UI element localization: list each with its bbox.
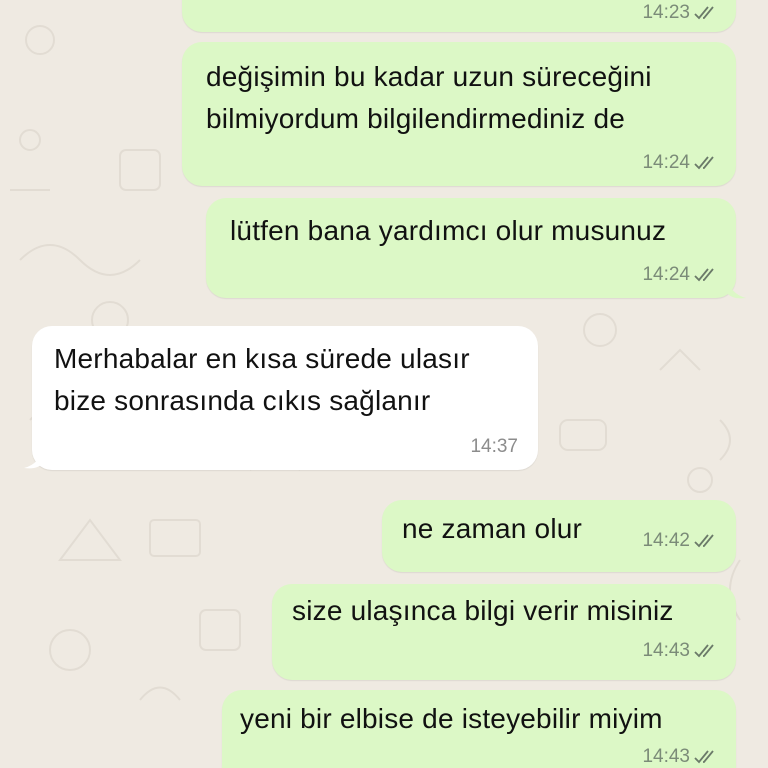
double-check-icon [694, 6, 714, 20]
message-meta: 14:43 [642, 640, 718, 662]
message-bubble-outgoing[interactable]: yeni bir elbise de isteyebilir miyim 14:… [222, 690, 736, 768]
message-time: 14:43 [642, 640, 690, 661]
message-time: 14:43 [642, 746, 690, 767]
message-bubble-outgoing[interactable]: size ulaşınca bilgi verir misiniz 14:43 [272, 584, 736, 680]
message-text-line: ne zaman olur [402, 513, 583, 544]
message-meta: 14:43 [642, 746, 718, 768]
message-text-line: bize sonrasında cıkıs sağlanır [54, 385, 431, 416]
double-check-icon [694, 156, 714, 170]
message-meta: 14:24 [642, 264, 718, 286]
double-check-icon [694, 750, 714, 764]
bubble-tail [24, 446, 44, 469]
message-bubble-outgoing[interactable]: değişimin bu kadar uzun süreceğini bilmi… [182, 42, 736, 186]
double-check-icon [694, 268, 714, 282]
chat-window: 14:23 değişimin bu kadar uzun süreceğini… [0, 0, 768, 768]
message-meta: 14:24 [642, 152, 718, 174]
message-time: 14:37 [470, 436, 518, 457]
message-bubble-outgoing[interactable]: lütfen bana yardımcı olur musunuz 14:24 [206, 198, 736, 298]
message-time: 14:24 [642, 152, 690, 173]
message-bubble-outgoing[interactable]: ne zaman olur 14:42 [382, 500, 736, 572]
double-check-icon [694, 644, 714, 658]
message-meta: 14:23 [642, 2, 718, 24]
message-text-line: değişimin bu kadar uzun süreceğini [206, 61, 652, 92]
message-text-line: size ulaşınca bilgi verir misiniz [292, 595, 674, 626]
message-meta: 14:42 [642, 530, 718, 552]
message-bubble-outgoing[interactable]: 14:23 [182, 0, 736, 32]
message-meta: 14:37 [470, 436, 518, 458]
double-check-icon [694, 534, 714, 548]
bubble-tail [726, 276, 746, 299]
message-bubble-incoming[interactable]: Merhabalar en kısa sürede ulasır bize so… [32, 326, 538, 470]
message-text-line: yeni bir elbise de isteyebilir miyim [240, 703, 663, 734]
message-text-line: bilmiyordum bilgilendirmediniz de [206, 103, 625, 134]
message-text-line: Merhabalar en kısa sürede ulasır [54, 343, 470, 374]
message-time: 14:42 [642, 530, 690, 551]
message-text-line: lütfen bana yardımcı olur musunuz [230, 215, 667, 246]
message-time: 14:24 [642, 264, 690, 285]
message-time: 14:23 [642, 2, 690, 23]
